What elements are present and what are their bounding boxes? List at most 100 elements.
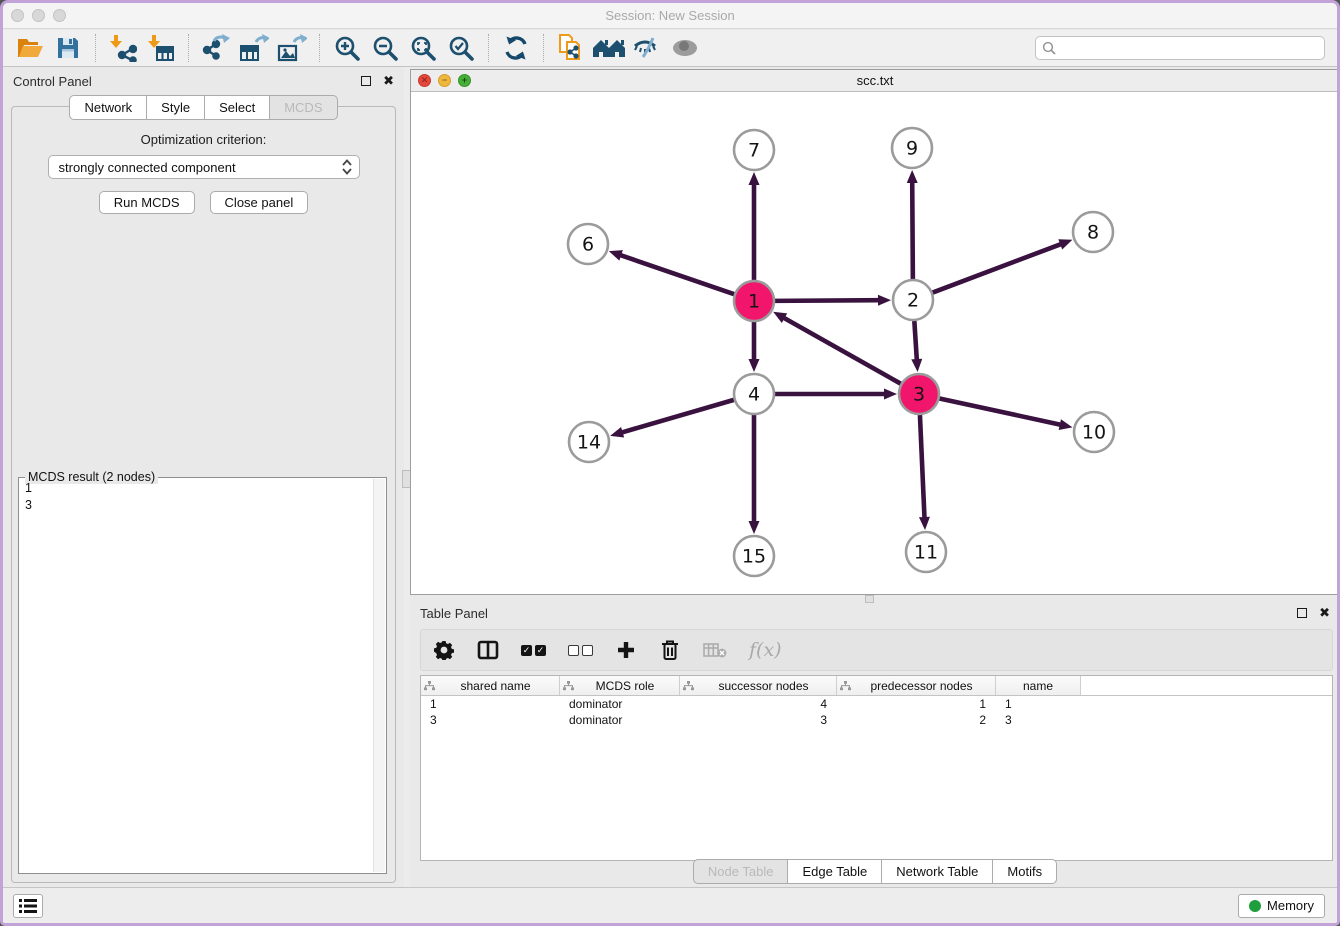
- optimization-criterion-select[interactable]: strongly connected component: [48, 155, 360, 179]
- tab-select[interactable]: Select: [205, 95, 270, 120]
- table-panel: Table Panel ✖ ✓ ✓: [410, 599, 1340, 887]
- tab-node-table[interactable]: Node Table: [693, 859, 789, 884]
- memory-status-dot: [1249, 900, 1261, 912]
- column-header-MCDS-role[interactable]: MCDS role: [560, 676, 680, 695]
- graph-edge-3-11[interactable]: [920, 415, 925, 519]
- table-row[interactable]: 1dominator411: [421, 696, 1332, 712]
- run-mcds-button[interactable]: Run MCDS: [99, 191, 195, 214]
- table-cell: dominator: [560, 713, 680, 727]
- column-header-name[interactable]: name: [996, 676, 1081, 695]
- export-table-icon[interactable]: [237, 33, 271, 63]
- column-header-predecessor-nodes[interactable]: predecessor nodes: [837, 676, 996, 695]
- table-row[interactable]: 3dominator323: [421, 712, 1332, 728]
- zoom-in-icon[interactable]: [330, 33, 364, 63]
- network-window-titlebar: ✕ − + scc.txt: [411, 70, 1339, 92]
- export-network-icon[interactable]: [199, 33, 233, 63]
- edge-arrowhead: [878, 295, 891, 306]
- network-graph[interactable]: 7968124314101511: [411, 92, 1339, 594]
- edge-arrowhead: [1058, 239, 1072, 249]
- close-panel-icon[interactable]: ✖: [383, 76, 394, 86]
- graph-node-label: 3: [913, 384, 925, 406]
- graph-edge-2-3[interactable]: [914, 321, 917, 361]
- tab-network[interactable]: Network: [69, 95, 147, 120]
- zoom-fit-icon[interactable]: [406, 33, 440, 63]
- column-header-successor-nodes[interactable]: successor nodes: [680, 676, 837, 695]
- deselect-all-icon[interactable]: [568, 635, 593, 665]
- memory-button[interactable]: Memory: [1238, 894, 1325, 918]
- tab-edge-table[interactable]: Edge Table: [788, 859, 882, 884]
- refresh-layout-icon[interactable]: [499, 33, 533, 63]
- import-network-icon[interactable]: [106, 33, 140, 63]
- search-field[interactable]: [1035, 36, 1325, 60]
- graph-node-label: 15: [742, 546, 766, 568]
- close-table-panel-icon[interactable]: ✖: [1319, 608, 1330, 618]
- zoom-selected-icon[interactable]: [444, 33, 478, 63]
- control-panel-header: Control Panel ✖: [3, 67, 404, 95]
- tab-network-table[interactable]: Network Table: [882, 859, 993, 884]
- table-cell: 1: [837, 697, 996, 711]
- copy-network-icon[interactable]: [554, 33, 588, 63]
- checked-box-icon: ✓: [521, 645, 532, 656]
- empty-box-icon: [568, 645, 579, 656]
- graph-edge-1-6[interactable]: [619, 255, 734, 294]
- graph-edge-1-2[interactable]: [775, 300, 880, 301]
- column-label: MCDS role: [574, 679, 676, 693]
- gear-icon[interactable]: [433, 635, 455, 665]
- zoom-out-icon[interactable]: [368, 33, 402, 63]
- close-panel-button[interactable]: Close panel: [210, 191, 309, 214]
- tab-style[interactable]: Style: [147, 95, 205, 120]
- optimization-criterion-label: Optimization criterion:: [12, 132, 395, 147]
- hierarchy-icon: [424, 681, 435, 691]
- float-table-panel-icon[interactable]: [1297, 608, 1307, 618]
- add-icon[interactable]: [615, 635, 637, 665]
- tab-motifs[interactable]: Motifs: [993, 859, 1057, 884]
- node-table[interactable]: shared name MCDS role successor nodes prede…: [420, 675, 1333, 861]
- column-view-icon[interactable]: [477, 635, 499, 665]
- network-canvas[interactable]: 7968124314101511: [411, 92, 1339, 594]
- graph-edge-2-9[interactable]: [912, 181, 913, 279]
- table-cell: 1: [421, 697, 560, 711]
- edge-arrowhead: [1059, 419, 1073, 430]
- hide-eye-icon[interactable]: [630, 33, 664, 63]
- toolbar-separator: [188, 34, 189, 62]
- mcds-result-lines: 13: [25, 480, 372, 871]
- select-all-icon[interactable]: ✓ ✓: [521, 635, 546, 665]
- import-table-icon[interactable]: [144, 33, 178, 63]
- table-panel-title: Table Panel: [420, 606, 1297, 621]
- graph-edge-3-1[interactable]: [783, 317, 901, 383]
- graph-edge-2-8[interactable]: [933, 244, 1062, 293]
- graph-edge-3-10[interactable]: [940, 398, 1062, 425]
- graph-node-label: 4: [748, 384, 760, 406]
- graph-node-label: 2: [907, 290, 919, 312]
- table-cell: 1: [996, 697, 1081, 711]
- horizontal-splitter-grip[interactable]: [865, 595, 874, 603]
- control-panel-tabs: NetworkStyleSelectMCDS: [3, 95, 404, 120]
- export-image-icon[interactable]: [275, 33, 309, 63]
- table-cell: 2: [837, 713, 996, 727]
- graph-node-label: 11: [914, 542, 938, 564]
- edge-arrowhead: [609, 250, 623, 260]
- graph-node-label: 10: [1082, 422, 1106, 444]
- trash-icon[interactable]: [659, 635, 681, 665]
- window-titlebar: Session: New Session: [3, 3, 1337, 29]
- save-session-icon[interactable]: [51, 33, 85, 63]
- home-icon[interactable]: [592, 33, 626, 63]
- open-file-icon[interactable]: [13, 33, 47, 63]
- table-toolbar: ✓ ✓ f(x): [420, 629, 1333, 671]
- function-icon: f(x): [749, 635, 782, 665]
- hierarchy-icon: [683, 681, 694, 691]
- result-scrollbar[interactable]: [373, 479, 385, 872]
- tab-mcds[interactable]: MCDS: [270, 95, 337, 120]
- search-input[interactable]: [1056, 38, 1324, 58]
- column-header-shared-name[interactable]: shared name: [421, 676, 560, 695]
- memory-label: Memory: [1267, 898, 1314, 913]
- table-panel-header: Table Panel ✖: [410, 599, 1340, 627]
- column-label: shared name: [435, 679, 556, 693]
- task-list-button[interactable]: [13, 894, 43, 918]
- float-panel-icon[interactable]: [361, 76, 371, 86]
- table-body: 1dominator4113dominator323: [421, 696, 1332, 728]
- column-label: predecessor nodes: [851, 679, 992, 693]
- mcds-tab-content: Optimization criterion: strongly connect…: [11, 106, 396, 883]
- toolbar-separator: [488, 34, 489, 62]
- graph-edge-4-14[interactable]: [621, 400, 734, 433]
